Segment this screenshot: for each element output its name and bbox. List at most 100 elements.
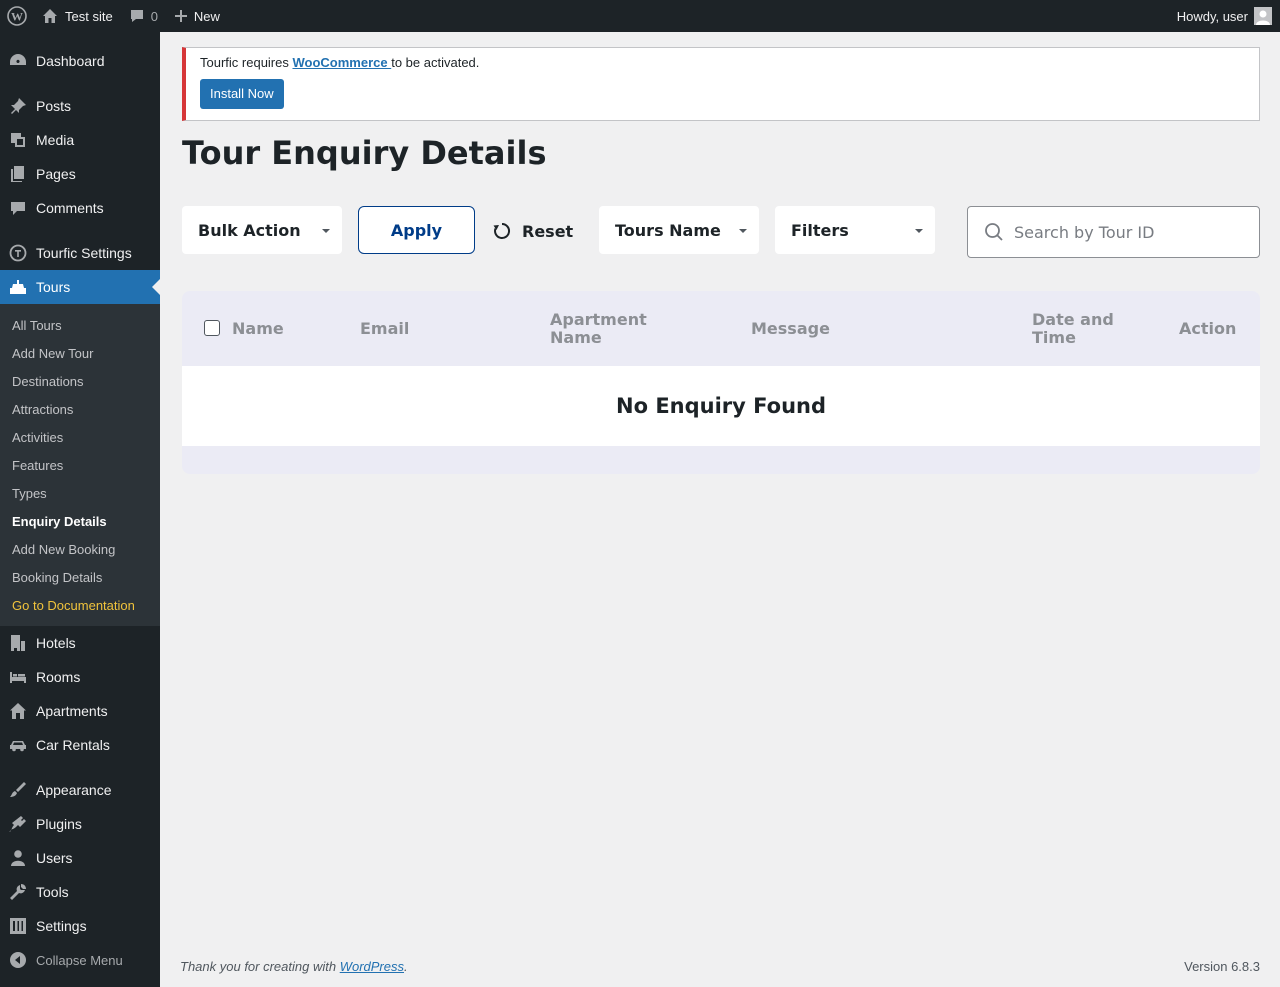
sidebar-item-hotels[interactable]: Hotels xyxy=(0,626,160,660)
sidebar-item-label: Comments xyxy=(36,200,104,216)
sidebar-item-label: Users xyxy=(36,850,73,866)
submenu-item-features[interactable]: Features xyxy=(0,451,160,479)
comment-icon xyxy=(8,198,28,218)
comments-count: 0 xyxy=(150,8,158,24)
sidebar-item-rooms[interactable]: Rooms xyxy=(0,660,160,694)
my-account-link[interactable]: Howdy, user xyxy=(1169,0,1280,32)
main-content: Tourfic requires WooCommerce to be activ… xyxy=(160,32,1280,987)
notice-text-after: to be activated. xyxy=(391,55,480,70)
admin-sidebar: Dashboard Posts Media Pages Comments Tou… xyxy=(0,32,160,987)
sidebar-item-tours[interactable]: Tours xyxy=(0,270,160,304)
sidebar-item-car-rentals[interactable]: Car Rentals xyxy=(0,728,160,762)
tourfic-icon xyxy=(8,243,28,263)
chevron-down-icon xyxy=(322,229,330,233)
collapse-menu-button[interactable]: Collapse Menu xyxy=(0,943,160,977)
car-icon xyxy=(8,735,28,755)
dashboard-icon xyxy=(8,51,28,71)
filters-select[interactable]: Filters xyxy=(775,206,935,254)
pin-icon xyxy=(8,96,28,116)
submenu-item-activities[interactable]: Activities xyxy=(0,423,160,451)
sidebar-item-users[interactable]: Users xyxy=(0,841,160,875)
avatar xyxy=(1254,7,1272,25)
sidebar-item-label: Car Rentals xyxy=(36,737,110,753)
plugin-icon xyxy=(8,814,28,834)
footer-thanks: Thank you for creating with WordPress. xyxy=(180,959,408,974)
bed-icon xyxy=(8,667,28,687)
submenu-item-enquiry-details[interactable]: Enquiry Details xyxy=(0,507,160,535)
brush-icon xyxy=(8,780,28,800)
bulk-action-label: Bulk Action xyxy=(198,220,301,240)
footer-thanks-suffix: . xyxy=(404,959,408,974)
greeting-label: Howdy, user xyxy=(1176,8,1248,24)
install-now-button[interactable]: Install Now xyxy=(200,79,284,109)
page-title: Tour Enquiry Details xyxy=(182,134,547,172)
home-icon xyxy=(8,701,28,721)
submenu-item-all-tours[interactable]: All Tours xyxy=(0,311,160,339)
select-all-checkbox[interactable] xyxy=(204,320,220,336)
footer-thanks-prefix: Thank you for creating with xyxy=(180,959,340,974)
collapse-icon xyxy=(8,950,28,970)
site-name-label: Test site xyxy=(65,8,113,24)
sidebar-item-label: Dashboard xyxy=(36,53,105,69)
wordpress-link[interactable]: WordPress xyxy=(340,959,404,974)
user-icon xyxy=(8,848,28,868)
submenu-item-attractions[interactable]: Attractions xyxy=(0,395,160,423)
reset-button[interactable]: Reset xyxy=(492,218,573,244)
sidebar-item-settings[interactable]: Settings xyxy=(0,909,160,943)
search-input[interactable] xyxy=(1014,222,1244,242)
wrench-icon xyxy=(8,882,28,902)
comment-icon xyxy=(129,8,145,24)
apply-button[interactable]: Apply xyxy=(358,206,475,254)
reset-label: Reset xyxy=(522,221,574,241)
tours-icon xyxy=(8,277,28,297)
reset-icon xyxy=(493,222,511,239)
home-icon xyxy=(42,8,58,24)
search-box xyxy=(967,206,1260,258)
sidebar-item-label: Appearance xyxy=(36,782,112,798)
plus-icon xyxy=(174,9,188,23)
submenu-item-booking-details[interactable]: Booking Details xyxy=(0,563,160,591)
tours-name-select[interactable]: Tours Name xyxy=(599,206,759,254)
sidebar-item-pages[interactable]: Pages xyxy=(0,157,160,191)
sidebar-item-label: Tools xyxy=(36,884,69,900)
svg-text:W: W xyxy=(11,10,23,24)
submenu-item-types[interactable]: Types xyxy=(0,479,160,507)
bulk-action-select[interactable]: Bulk Action xyxy=(182,206,342,254)
column-header-name: Name xyxy=(232,318,284,338)
sidebar-item-label: Media xyxy=(36,132,75,148)
woocommerce-link[interactable]: WooCommerce xyxy=(292,55,391,70)
submenu-item-documentation[interactable]: Go to Documentation xyxy=(0,591,160,619)
sidebar-item-comments[interactable]: Comments xyxy=(0,191,160,225)
sidebar-item-tools[interactable]: Tools xyxy=(0,875,160,909)
media-icon xyxy=(8,130,28,150)
submenu-item-add-new-booking[interactable]: Add New Booking xyxy=(0,535,160,563)
sidebar-item-dashboard[interactable]: Dashboard xyxy=(0,44,160,78)
sidebar-item-media[interactable]: Media xyxy=(0,123,160,157)
sliders-icon xyxy=(8,916,28,936)
site-name-link[interactable]: Test site xyxy=(34,0,121,32)
notice-text-before: Tourfic requires xyxy=(200,55,293,70)
sidebar-item-label: Plugins xyxy=(36,816,82,832)
submenu-item-destinations[interactable]: Destinations xyxy=(0,367,160,395)
table-header: Name Email Apartment Name Message Date a… xyxy=(182,291,1260,366)
wordpress-logo-icon[interactable]: W xyxy=(0,0,34,32)
admin-bar: W Test site 0 New Howdy, user xyxy=(0,0,1280,32)
sidebar-item-apartments[interactable]: Apartments xyxy=(0,694,160,728)
sidebar-item-tourfic-settings[interactable]: Tourfic Settings xyxy=(0,236,160,270)
new-label: New xyxy=(193,8,220,24)
submenu-item-add-new-tour[interactable]: Add New Tour xyxy=(0,339,160,367)
sidebar-item-appearance[interactable]: Appearance xyxy=(0,773,160,807)
chevron-down-icon xyxy=(915,229,923,233)
empty-message: No Enquiry Found xyxy=(182,366,1260,446)
toolbar: Bulk Action Apply Reset Tours Name Filte… xyxy=(182,206,1260,258)
sidebar-item-label: Tourfic Settings xyxy=(36,245,132,261)
sidebar-item-plugins[interactable]: Plugins xyxy=(0,807,160,841)
column-header-date-time: Date and Time xyxy=(1032,309,1114,347)
sidebar-item-label: Pages xyxy=(36,166,76,182)
pages-icon xyxy=(8,164,28,184)
search-icon xyxy=(985,223,1003,241)
column-header-email: Email xyxy=(360,318,410,338)
comments-link[interactable]: 0 xyxy=(121,0,166,32)
new-content-link[interactable]: New xyxy=(166,0,228,32)
sidebar-item-posts[interactable]: Posts xyxy=(0,89,160,123)
